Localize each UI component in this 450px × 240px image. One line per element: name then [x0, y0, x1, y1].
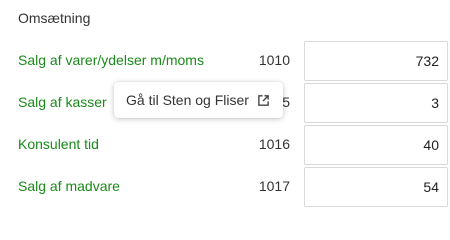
- tooltip-text: Gå til Sten og Fliser: [126, 92, 249, 108]
- account-label-link[interactable]: Konsulent tid: [18, 136, 99, 152]
- external-link-icon: [257, 93, 271, 107]
- revenue-section: Omsætning Salg af varer/ydelser m/moms 1…: [0, 0, 450, 207]
- account-label-link[interactable]: Salg af madvare: [18, 178, 120, 194]
- goto-account-tooltip[interactable]: Gå til Sten og Fliser: [114, 82, 283, 118]
- account-row: Salg af madvare 1017: [0, 166, 450, 208]
- account-code: 1010: [258, 52, 290, 68]
- account-label-link[interactable]: Salg af varer/ydelser m/moms: [18, 52, 204, 68]
- account-row: Konsulent tid 1016: [0, 124, 450, 166]
- account-label-link[interactable]: Salg af kasser: [18, 94, 107, 110]
- amount-input[interactable]: [304, 125, 448, 165]
- amount-input[interactable]: [304, 83, 448, 123]
- section-title: Omsætning: [18, 10, 91, 26]
- amount-input[interactable]: [304, 167, 448, 207]
- account-code: 1016: [258, 136, 290, 152]
- amount-input[interactable]: [304, 41, 448, 81]
- account-row: Salg af varer/ydelser m/moms 1010: [0, 40, 450, 82]
- account-code: 1017: [258, 178, 290, 194]
